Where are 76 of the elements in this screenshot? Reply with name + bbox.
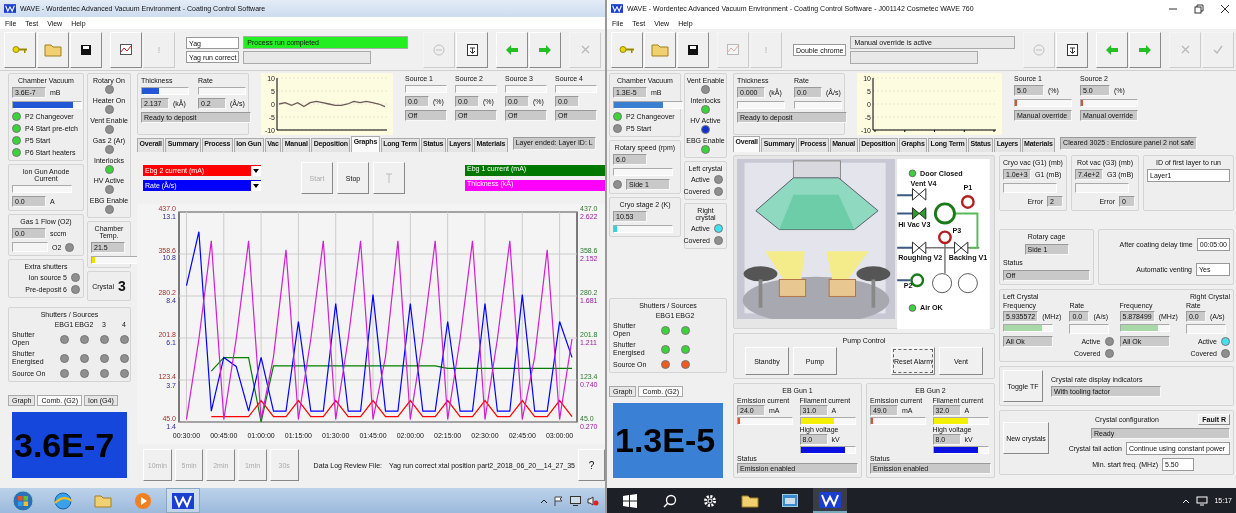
empty-field	[1003, 183, 1057, 193]
circle-icon	[1033, 43, 1046, 56]
gauge-icon	[938, 230, 952, 245]
cross-icon	[580, 45, 590, 54]
pump-icon	[933, 202, 956, 225]
key-icon	[12, 45, 28, 54]
back-arrow-icon	[1105, 43, 1120, 56]
taskbar-button[interactable]	[166, 488, 200, 513]
pump-icon	[932, 273, 953, 294]
level-bar	[505, 85, 547, 93]
pump-icon	[957, 273, 978, 294]
vacuum-display: 3.6E-7	[12, 412, 127, 478]
flag-icon	[554, 495, 564, 506]
level-bar	[613, 168, 673, 176]
folder-icon	[94, 493, 112, 508]
key-icon	[619, 45, 635, 54]
speaker-muted-icon	[587, 495, 599, 506]
crystal-number: 3	[118, 278, 126, 294]
toolbar-button[interactable]	[456, 31, 488, 68]
toolbar-button[interactable]	[677, 31, 709, 68]
document-icon	[1066, 43, 1078, 56]
folder-icon	[651, 42, 669, 57]
circle-icon	[433, 43, 445, 56]
globe-icon	[53, 490, 73, 511]
caret-icon	[253, 168, 259, 173]
level-bar	[555, 85, 597, 93]
chart-icon	[120, 44, 132, 55]
forward-arrow-icon	[1138, 43, 1153, 56]
folder-icon	[44, 42, 62, 57]
empty-field	[12, 242, 48, 252]
folder-icon	[741, 493, 759, 508]
chart-icon	[727, 44, 739, 55]
toolbar-button[interactable]	[110, 31, 142, 68]
toolbar-button[interactable]	[70, 31, 102, 68]
wave-logo-icon	[172, 492, 194, 509]
back-arrow-icon	[505, 43, 519, 56]
play-icon	[134, 491, 152, 510]
level-bar	[12, 185, 72, 193]
wave-logo-icon	[4, 4, 16, 13]
help-button[interactable]: ?	[578, 449, 605, 481]
level-bar	[198, 87, 246, 95]
caret-icon	[1182, 497, 1191, 504]
search-icon	[663, 493, 677, 508]
dropdown-button[interactable]	[251, 180, 261, 191]
close-icon	[1220, 3, 1230, 14]
settings-icon	[703, 493, 717, 508]
empty-field	[1185, 324, 1226, 334]
start-orb-icon	[12, 489, 34, 512]
windows-logo-icon	[623, 493, 637, 508]
document-icon	[466, 43, 478, 56]
gauge-icon	[960, 195, 975, 209]
empty-field	[1075, 183, 1129, 193]
cross-icon	[1180, 45, 1190, 54]
monitor-icon	[570, 495, 581, 506]
level-bar	[455, 85, 497, 93]
empty-field	[1069, 324, 1110, 334]
restore-icon	[1194, 3, 1204, 14]
save-icon	[81, 44, 91, 55]
vacuum-display: 1.3E-5	[613, 403, 723, 478]
level-bar	[405, 85, 447, 93]
wave-logo-icon	[611, 4, 623, 13]
save-icon	[688, 44, 698, 55]
toolbar-button[interactable]	[1056, 31, 1089, 68]
window-icon	[782, 494, 798, 507]
wave-logo-icon	[819, 491, 841, 508]
taskbar-button[interactable]	[813, 488, 847, 513]
level-bar	[737, 101, 785, 109]
dropdown-button[interactable]	[251, 165, 261, 176]
pin-icon	[385, 173, 393, 183]
forward-arrow-icon	[538, 43, 552, 56]
caret-icon	[253, 183, 259, 188]
network-icon	[1196, 495, 1209, 506]
level-bar	[794, 101, 842, 109]
caret-icon	[540, 497, 548, 504]
check-icon	[1213, 45, 1224, 54]
gauge-icon	[910, 273, 925, 288]
